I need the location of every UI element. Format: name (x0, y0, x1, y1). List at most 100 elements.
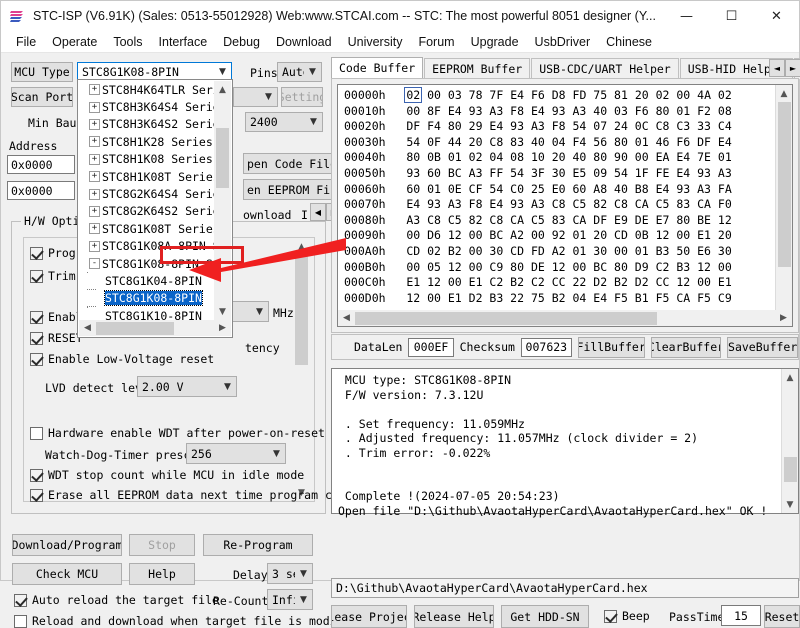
tab-prev-button[interactable]: ◄ (769, 59, 785, 77)
checkbox-icon[interactable] (14, 594, 27, 607)
expand-icon[interactable]: + (89, 101, 100, 113)
hex-hscrollbar[interactable]: ◀ ▶ (338, 310, 792, 326)
expand-icon[interactable]: + (89, 84, 100, 96)
mcu-type-button[interactable]: MCU Type (11, 62, 73, 82)
scroll-up-icon[interactable]: ▲ (776, 85, 793, 102)
hex-bytes[interactable]: E4 93 A3 F8 E4 93 A3 C8 C5 82 C8 CA C5 8… (406, 197, 731, 211)
menu-forum[interactable]: Forum (410, 33, 462, 51)
checkbox-icon[interactable] (604, 610, 617, 623)
minimize-button[interactable]: — (664, 1, 709, 31)
hw-options-scrollbar[interactable]: ▲ ▼ (293, 238, 310, 501)
scroll-up-icon[interactable]: ▲ (782, 369, 799, 386)
file-path-field[interactable]: D:\Github\AvaotaHyperCard\AvaotaHyperCar… (331, 578, 799, 598)
hex-bytes[interactable]: 00 D6 12 00 BC A2 00 92 01 20 CD 0B 12 0… (406, 228, 731, 242)
hex-selected-byte[interactable]: 02 (404, 87, 423, 103)
hex-bytes[interactable]: 54 0F 44 20 C8 83 40 04 F4 56 80 01 46 F… (406, 135, 731, 149)
checkbox-icon[interactable] (30, 489, 43, 502)
checkbox-icon[interactable] (30, 247, 43, 260)
scroll-down-icon[interactable]: ▼ (214, 303, 231, 320)
scroll-left-icon[interactable]: ◀ (338, 310, 355, 327)
scroll-down-icon[interactable]: ▼ (782, 496, 799, 513)
scroll-track[interactable] (355, 311, 775, 325)
chevron-down-icon[interactable]: ▼ (295, 595, 312, 605)
chevron-down-icon[interactable]: ▼ (214, 67, 231, 77)
address-field-1[interactable]: 0x0000 (7, 155, 75, 174)
menu-download[interactable]: Download (268, 33, 340, 51)
mcu-type-dropdown[interactable]: + STC8H4K64TLR Series + STC8H3K64S4 Seri… (77, 79, 233, 338)
tab-usb-cdc-uart-helper[interactable]: USB-CDC/UART Helper (531, 58, 679, 79)
menu-debug[interactable]: Debug (215, 33, 268, 51)
dropdown-item[interactable]: + STC8H1K28 Series (79, 133, 214, 150)
menu-file[interactable]: File (8, 33, 44, 51)
scroll-left-icon[interactable]: ◀ (79, 320, 96, 337)
dropdown-vscrollbar[interactable]: ▲ ▼ (214, 81, 231, 320)
menu-interface[interactable]: Interface (151, 33, 216, 51)
checkbox-icon[interactable] (30, 311, 43, 324)
reset-button[interactable]: Reset (764, 605, 800, 628)
dropdown-item[interactable]: STC8G1K10-8PIN (79, 306, 214, 320)
chevron-down-icon[interactable]: ▼ (304, 67, 321, 77)
checkbox-icon[interactable] (30, 332, 43, 345)
checkbox-icon[interactable] (30, 270, 43, 283)
save-buffer-button[interactable]: SaveBuffer (727, 336, 798, 358)
menu-operate[interactable]: Operate (44, 33, 105, 51)
expand-icon[interactable]: + (89, 240, 100, 252)
hex-bytes[interactable]: 60 01 0E CF 54 C0 25 E0 60 A8 40 B8 E4 9… (406, 182, 731, 196)
hex-bytes[interactable]: 00 8F E4 93 A3 F8 E4 93 A3 40 03 F6 80 0… (406, 104, 731, 118)
chevron-down-icon[interactable]: ▼ (268, 449, 285, 459)
log-output[interactable]: MCU type: STC8G1K08-8PIN F/W version: 7.… (331, 368, 799, 518)
help-button[interactable]: Help (129, 563, 195, 585)
tab-eeprom-buffer[interactable]: EEPROM Buffer (424, 58, 531, 79)
expand-icon[interactable]: + (89, 205, 100, 217)
hex-rows[interactable]: 00000h 02 00 03 78 7F E4 F6 D8 FD 75 81 … (338, 85, 775, 326)
hex-bytes[interactable]: 12 00 E1 D2 B3 22 75 B2 04 E4 F5 B1 F5 C… (406, 291, 731, 305)
menu-upgrade[interactable]: Upgrade (463, 33, 527, 51)
scroll-up-icon[interactable]: ▲ (293, 238, 310, 255)
dropdown-item[interactable]: + STC8G2K64S4 Series (79, 185, 214, 202)
checkbox-icon[interactable] (30, 469, 43, 482)
reprogram-button[interactable]: Re-Program (203, 534, 313, 556)
hex-bytes[interactable]: 00 05 12 00 C9 80 DE 12 00 BC 80 D9 C2 B… (406, 260, 731, 274)
stop-button[interactable]: Stop (129, 534, 195, 556)
expand-icon[interactable]: + (89, 188, 100, 200)
scroll-track[interactable] (96, 321, 214, 335)
dropdown-item[interactable]: + STC8H1K08T Series (79, 168, 214, 185)
open-eeprom-file-button[interactable]: en EEPROM File (243, 179, 333, 200)
release-project-button[interactable]: lease Projec (331, 605, 407, 628)
expand-icon[interactable]: + (89, 118, 100, 130)
scroll-thumb[interactable] (96, 321, 174, 335)
passtimes-value[interactable]: 15 (721, 605, 761, 626)
dropdown-item[interactable]: + STC8G2K64S2 Series (79, 203, 214, 220)
mcu-type-dropdown-list[interactable]: + STC8H4K64TLR Series + STC8H3K64S4 Seri… (79, 81, 214, 320)
collapse-icon[interactable]: - (89, 258, 100, 270)
dropdown-hscrollbar[interactable]: ◀ ▶ (79, 320, 231, 336)
tab-code-buffer[interactable]: Code Buffer (331, 57, 424, 79)
fill-buffer-button[interactable]: FillBuffer (577, 336, 645, 358)
chevron-down-icon[interactable]: ▼ (295, 569, 312, 579)
download-tab-label-2[interactable]: I (301, 208, 308, 222)
open-code-file-button[interactable]: pen Code File (243, 153, 333, 174)
chevron-down-icon[interactable]: ▼ (260, 92, 277, 102)
checkbox-icon[interactable] (30, 353, 43, 366)
dropdown-item[interactable]: + STC8H4K64TLR Series (79, 81, 214, 98)
scroll-thumb[interactable] (216, 128, 229, 188)
download-tab-label[interactable]: ownload (243, 208, 291, 222)
chevron-down-icon[interactable]: ▼ (305, 117, 322, 127)
checkbox-icon[interactable] (14, 615, 27, 628)
check-mcu-button[interactable]: Check MCU (12, 563, 122, 585)
datalen-value[interactable]: 000EF (408, 337, 454, 357)
dropdown-item[interactable]: + STC8H3K64S4 Series (79, 98, 214, 115)
hex-bytes[interactable]: 00 03 78 7F E4 F6 D8 FD 75 81 20 02 00 4… (427, 88, 732, 102)
setting-button[interactable]: Setting (281, 87, 323, 107)
expand-icon[interactable]: + (89, 153, 100, 165)
chevron-down-icon[interactable]: ▼ (251, 307, 268, 317)
log-vscrollbar[interactable]: ▲ ▼ (781, 369, 798, 513)
chevron-down-icon[interactable]: ▼ (219, 382, 236, 392)
menu-tools[interactable]: Tools (105, 33, 150, 51)
hex-bytes[interactable]: DF F4 80 29 E4 93 A3 F8 54 07 24 0C C8 C… (406, 119, 731, 133)
hex-bytes[interactable]: A3 C8 C5 82 C8 CA C5 83 CA DF E9 DE E7 8… (406, 213, 731, 227)
scroll-up-icon[interactable]: ▲ (214, 81, 231, 98)
close-button[interactable]: ✕ (754, 1, 799, 31)
scan-port-button[interactable]: Scan Port (11, 87, 73, 107)
expand-icon[interactable]: + (89, 171, 100, 183)
